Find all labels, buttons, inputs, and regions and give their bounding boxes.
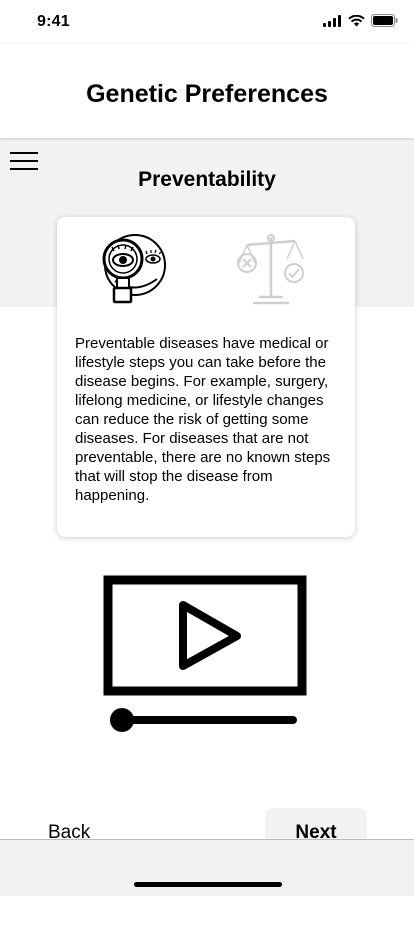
card-icons	[101, 231, 309, 309]
bottom-bar	[0, 839, 414, 896]
status-bar: 9:41	[0, 0, 414, 44]
section-title: Preventability	[138, 168, 276, 191]
scale-icon[interactable]	[233, 231, 309, 307]
info-card: Preventable diseases have medical or lif…	[57, 217, 355, 537]
video-player[interactable]	[103, 575, 308, 740]
status-time: 9:41	[37, 13, 70, 30]
video-progress-handle[interactable]	[110, 708, 134, 732]
signal-icon	[323, 14, 341, 27]
wifi-icon	[348, 14, 365, 26]
magnifier-face-icon[interactable]	[101, 231, 171, 309]
status-icons	[323, 14, 398, 27]
home-indicator	[134, 882, 282, 887]
card-description: Preventable diseases have medical or lif…	[75, 335, 331, 504]
app-header: Genetic Preferences	[0, 44, 414, 138]
battery-icon	[371, 14, 398, 27]
page-title: Genetic Preferences	[86, 80, 328, 108]
